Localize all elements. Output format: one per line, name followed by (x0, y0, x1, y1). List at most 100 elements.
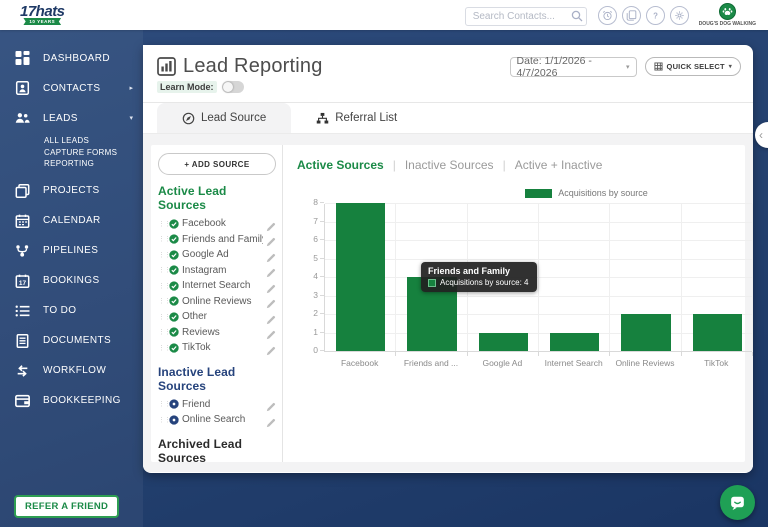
source-name: Facebook (182, 218, 263, 229)
sidebar-item-to-do[interactable]: TO DO (0, 296, 143, 326)
sidebar-item-calendar[interactable]: CALENDAR (0, 206, 143, 236)
drag-handle-icon[interactable]: ⋮⋮ (158, 266, 166, 274)
sidebar-item-workflow[interactable]: WORKFLOW (0, 356, 143, 386)
check-circle-icon (169, 281, 179, 291)
tooltip-value: Acquisitions by source: 4 (440, 278, 529, 287)
sidebar-item-leads[interactable]: LEADS▾ (0, 103, 143, 133)
bar-tiktok[interactable] (693, 314, 742, 351)
sidebar-item-label: PIPELINES (43, 245, 98, 256)
edit-pencil-icon[interactable] (266, 265, 276, 275)
source-item-facebook[interactable]: ⋮⋮ Facebook (158, 216, 276, 232)
drag-handle-icon[interactable]: ⋮⋮ (158, 328, 166, 336)
check-circle-icon (169, 312, 179, 322)
bar-facebook[interactable] (336, 203, 385, 351)
chart-x-labels: FacebookFriends and ...Google AdInternet… (324, 358, 752, 368)
check-circle-icon (169, 265, 179, 275)
sidebar-item-documents[interactable]: DOCUMENTS (0, 326, 143, 356)
edit-pencil-icon[interactable] (266, 415, 276, 425)
drag-handle-icon[interactable]: ⋮⋮ (158, 297, 166, 305)
notifications-icon[interactable] (598, 6, 617, 25)
edit-pencil-icon[interactable] (266, 281, 276, 291)
check-circle-icon (169, 327, 179, 337)
view-tab-inactive-sources[interactable]: Inactive Sources (405, 158, 494, 172)
bar-chart-icon (157, 57, 176, 76)
drag-handle-icon[interactable]: ⋮⋮ (158, 313, 166, 321)
bar-internet-search[interactable] (550, 333, 599, 352)
todo-icon (14, 303, 31, 318)
help-icon[interactable]: ? (646, 6, 665, 25)
sidebar-item-dashboard[interactable]: DASHBOARD (0, 43, 143, 73)
axis-tick (320, 295, 324, 296)
tab-referral-list[interactable]: Referral List (291, 103, 422, 133)
source-name: Online Reviews (182, 296, 263, 307)
edit-pencil-icon[interactable] (266, 250, 276, 260)
view-tab-active-inactive[interactable]: Active + Inactive (515, 158, 603, 172)
logo-banner: 10 YEARS (23, 18, 61, 25)
edit-pencil-icon[interactable] (266, 312, 276, 322)
edit-pencil-icon[interactable] (266, 296, 276, 306)
learn-mode-toggle[interactable] (222, 81, 244, 93)
source-item-internet-search[interactable]: ⋮⋮Internet Search (158, 278, 276, 294)
tab-label: Lead Source (201, 112, 266, 124)
sidebar-item-label: BOOKINGS (43, 275, 100, 286)
y-axis-label: 7 (298, 216, 318, 226)
source-item-tiktok[interactable]: ⋮⋮TikTok (158, 340, 276, 356)
settings-icon[interactable] (670, 6, 689, 25)
sidebar-item-bookkeeping[interactable]: BOOKKEEPING (0, 386, 143, 416)
y-axis-label: 1 (298, 327, 318, 337)
source-item-online-reviews[interactable]: ⋮⋮ Online Reviews (158, 294, 276, 310)
svg-text:17: 17 (19, 280, 27, 287)
source-item-instagram[interactable]: ⋮⋮Instagram (158, 263, 276, 279)
collapse-panel-handle[interactable]: ‹ (755, 122, 768, 148)
add-source-button[interactable]: + ADD SOURCE (158, 153, 276, 175)
sidebar-subitem-capture-forms[interactable]: CAPTURE FORMS (0, 147, 143, 159)
edit-pencil-icon[interactable] (266, 219, 276, 229)
date-range-select[interactable]: Date: 1/1/2026 - 4/7/2026 ▾ (510, 57, 637, 77)
refer-a-friend-button[interactable]: REFER A FRIEND (14, 495, 119, 518)
x-axis-label: Online Reviews (609, 358, 680, 368)
source-item-friend[interactable]: ⋮⋮Friend (158, 397, 276, 413)
drag-handle-icon[interactable]: ⋮⋮ (158, 282, 166, 290)
app-logo[interactable]: 17hats 10 YEARS (20, 5, 65, 25)
sidebar-subitem-all-leads[interactable]: ALL LEADS (0, 135, 143, 147)
source-item-other[interactable]: ⋮⋮Other (158, 309, 276, 325)
avatar (719, 3, 736, 20)
sidebar-subitem-reporting[interactable]: REPORTING (0, 158, 143, 170)
compass-icon (182, 112, 195, 125)
view-tab-active-sources[interactable]: Active Sources (297, 158, 384, 172)
source-item-reviews[interactable]: ⋮⋮Reviews (158, 325, 276, 341)
axis-tick (609, 352, 610, 356)
calendar-icon (14, 213, 31, 228)
sidebar-item-pipelines[interactable]: PIPELINES (0, 236, 143, 266)
edit-pencil-icon[interactable] (266, 343, 276, 353)
drag-handle-icon[interactable]: ⋮⋮ (158, 416, 166, 424)
source-item-google-ad[interactable]: ⋮⋮Google Ad (158, 247, 276, 263)
edit-pencil-icon[interactable] (266, 399, 276, 409)
source-item-online-search[interactable]: ⋮⋮Online Search (158, 412, 276, 428)
bar-google-ad[interactable] (479, 333, 528, 352)
x-axis-label: Friends and ... (395, 358, 466, 368)
sidebar-item-projects[interactable]: PROJECTS (0, 176, 143, 206)
quick-select-button[interactable]: QUICK SELECT ▾ (645, 57, 741, 76)
sidebar-item-contacts[interactable]: CONTACTS▸ (0, 73, 143, 103)
drag-handle-icon[interactable]: ⋮⋮ (158, 400, 166, 408)
search-input[interactable] (465, 7, 587, 26)
sidebar-item-bookings[interactable]: 17 BOOKINGS (0, 266, 143, 296)
source-item-friends-and-family[interactable]: ⋮⋮Friends and Family (158, 232, 276, 248)
hierarchy-icon (316, 112, 329, 125)
workflow-icon (14, 363, 31, 378)
edit-pencil-icon[interactable] (266, 234, 276, 244)
copy-icon[interactable] (622, 6, 641, 25)
drag-handle-icon[interactable]: ⋮⋮ (158, 251, 166, 259)
grid-icon (654, 62, 663, 71)
chat-button[interactable] (720, 485, 755, 520)
bar-online-reviews[interactable] (621, 314, 670, 351)
drag-handle-icon[interactable]: ⋮⋮ (158, 344, 166, 352)
account-menu[interactable]: DOUG'S DOG WALKING (699, 3, 756, 27)
edit-pencil-icon[interactable] (266, 327, 276, 337)
drag-handle-icon[interactable]: ⋮⋮ (158, 220, 166, 228)
bookings-icon: 17 (14, 273, 31, 288)
drag-handle-icon[interactable]: ⋮⋮ (158, 235, 166, 243)
chevron-down-icon: ▾ (729, 63, 732, 70)
tab-lead-source[interactable]: Lead Source (157, 103, 291, 133)
